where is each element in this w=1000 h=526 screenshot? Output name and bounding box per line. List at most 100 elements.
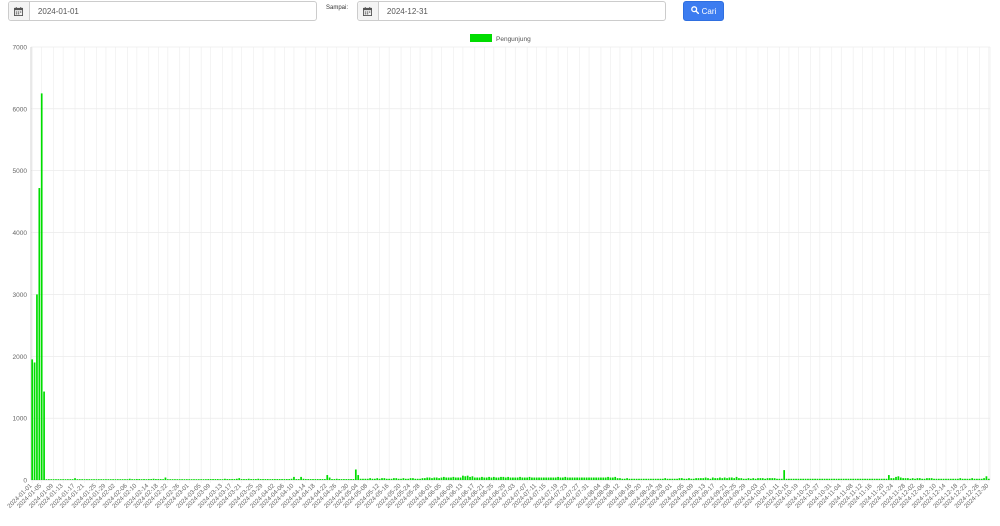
calendar-icon[interactable] [9,2,30,20]
chart-bar [293,476,295,480]
chart-bar [366,478,369,480]
chart-bar [281,479,283,480]
chart-bar [404,478,407,480]
chart-bar [457,477,460,480]
chart-bar [654,478,657,480]
chart-bar [266,479,269,480]
chart-bar [733,478,736,480]
chart-bar [742,478,745,480]
calendar-icon[interactable] [358,2,379,20]
chart-bar [516,477,519,480]
chart-bar [928,478,931,480]
to-label: Sampai: [326,5,349,11]
chart-bar [152,478,155,480]
chart-bar [67,479,69,480]
chart-bar [297,479,300,480]
chart-bar [897,476,900,480]
chart-bar [276,479,279,480]
chart-bar [700,478,702,480]
chart-bar [402,478,405,480]
chart-bar [652,478,655,480]
chart-bar [849,478,852,480]
chart-bar [450,477,452,480]
chart-bar [352,479,355,480]
chart-bar [485,477,488,480]
chart-bar [271,479,274,480]
chart-bar [390,478,393,480]
chart-bar [55,479,57,480]
chart-bar [885,478,888,480]
chart-bar [607,476,609,480]
chart-bar [374,478,376,480]
chart-bar [754,478,757,480]
chart-bar [761,478,764,480]
y-tick-label: 2000 [13,354,28,361]
chart-bar [78,479,81,480]
chart-bar [174,479,176,480]
chart-bar [45,479,48,480]
chart-bar [552,477,555,480]
chart-bar [243,479,245,480]
chart-bar [930,478,933,480]
chart-bar [64,479,67,480]
chart-bar [83,479,86,480]
chart-bar [397,478,400,480]
chart-bar [828,478,831,480]
chart-bar [388,478,390,480]
search-icon [690,6,699,16]
chart-bar [959,478,962,480]
start-date-field[interactable] [8,1,317,21]
chart-bar [259,479,262,480]
chart-bar [702,478,705,480]
chart-bar [707,478,709,480]
chart-bar [278,479,281,480]
chart-bar [36,294,38,480]
chart-bar [102,479,105,480]
chart-bar [604,477,607,480]
chart-bar [490,477,493,480]
end-date-field[interactable] [357,1,666,21]
chart-bar [961,478,964,480]
chart-bar [609,477,612,480]
chart-bar [224,478,226,480]
chart-bar [164,477,167,480]
chart-bar [747,478,750,480]
chart-bar [435,477,438,480]
chart-bar [838,478,840,480]
chart-bar [907,478,909,480]
chart-bar [162,479,164,480]
start-date-input[interactable] [29,2,316,20]
chart-bar [86,479,88,480]
chart-bar [433,477,436,480]
visitor-bar-chart: Pengunjung010002000300040005000600070002… [6,34,991,510]
chart-bar [176,479,179,480]
chart-bar [202,479,205,480]
chart-bar [416,478,419,480]
chart-bar [635,478,638,480]
chart-bar [968,478,971,480]
visitor-chart: Pengunjung 0 1000 2000 3000 4000 5000 6000 7000 2… [0,30,1000,521]
chart-bar [38,188,41,480]
chart-bar [852,478,855,480]
chart-bar [76,479,79,480]
chart-bar [488,476,490,480]
chart-bar [723,477,726,480]
chart-bar [354,469,357,480]
chart-bar [945,478,947,480]
chart-bar [671,478,674,480]
chart-bar [414,478,417,480]
chart-bar [452,476,455,480]
chart-bar [347,479,350,480]
chart-bar [512,477,514,480]
chart-bar [880,478,883,480]
chart-bar [926,478,928,480]
chart-bar [597,477,600,480]
chart-bar [285,479,288,480]
chart-bar [219,479,222,480]
chart-bar [95,479,98,480]
chart-bar [531,477,533,480]
chart-bar [690,478,693,480]
end-date-input[interactable] [378,2,665,20]
chart-bar [71,479,74,480]
search-button[interactable]: Cari [683,1,724,21]
